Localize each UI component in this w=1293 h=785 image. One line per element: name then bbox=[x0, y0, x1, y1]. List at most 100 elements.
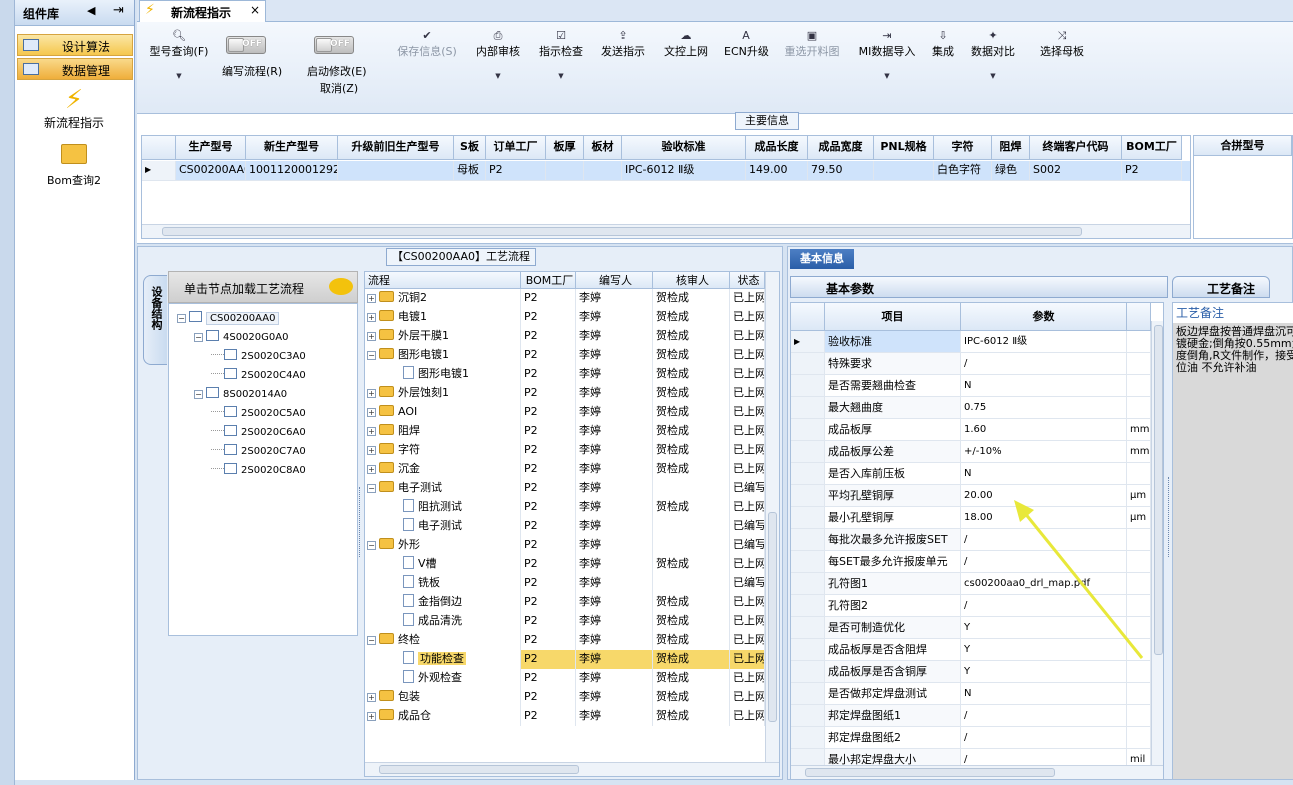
dropdown-arrow-icon[interactable]: ▼ bbox=[474, 68, 522, 84]
horizontal-scrollbar[interactable] bbox=[791, 765, 1163, 779]
column-header[interactable]: 生产型号 bbox=[176, 136, 246, 160]
table-row[interactable]: ▶ 验收标准 IPC-6012 Ⅱ级 bbox=[791, 331, 1151, 353]
table-cell[interactable]: IPC-6012 Ⅱ级 bbox=[622, 161, 746, 181]
table-cell[interactable] bbox=[546, 161, 584, 181]
table-row[interactable]: 成品板厚 1.60 mm bbox=[791, 419, 1151, 441]
param-param-cell[interactable]: 1.60 bbox=[961, 419, 1127, 441]
toolbar-button-6[interactable]: ▣ 重选开料图 bbox=[782, 28, 842, 60]
toolbar-button-0[interactable]: ✔ 保存信息(S) bbox=[392, 28, 462, 60]
table-row[interactable]: 是否做邦定焊盘测试 N bbox=[791, 683, 1151, 705]
collapse-left-icon[interactable]: ◀ bbox=[87, 4, 95, 17]
collapse-icon[interactable]: − bbox=[194, 390, 203, 399]
expand-icon[interactable]: + bbox=[367, 313, 376, 322]
column-header[interactable]: 板厚 bbox=[546, 136, 584, 160]
column-header[interactable]: 编写人 bbox=[576, 272, 653, 289]
table-row[interactable]: 最大翘曲度 0.75 bbox=[791, 397, 1151, 419]
table-cell[interactable]: 母板 bbox=[454, 161, 486, 181]
launcher-new-process[interactable]: ⚡ 新流程指示 bbox=[15, 86, 133, 136]
toolbar-button-2[interactable]: ☑ 指示检查 ▼ bbox=[537, 28, 585, 84]
table-cell[interactable]: 绿色 bbox=[992, 161, 1030, 181]
column-header[interactable]: 升级前旧生产型号 bbox=[338, 136, 454, 160]
table-row[interactable]: 邦定焊盘图纸1/ bbox=[791, 705, 1151, 727]
expand-icon[interactable]: + bbox=[367, 427, 376, 436]
table-row[interactable]: + 阻焊 P2 李婷 贺检成 已上网 bbox=[365, 422, 765, 441]
table-row[interactable]: 邦定焊盘图纸2/ bbox=[791, 727, 1151, 749]
launcher-bom-query[interactable]: Bom查询2 bbox=[15, 142, 133, 188]
scroll-thumb[interactable] bbox=[379, 765, 579, 774]
table-row[interactable]: 成品板厚公差 +/-10% mm bbox=[791, 441, 1151, 463]
table-row[interactable]: 是否需要翘曲检查 N bbox=[791, 375, 1151, 397]
process-notes-tab[interactable]: 工艺备注 bbox=[1172, 276, 1270, 298]
table-row[interactable]: 是否入库前压板 N bbox=[791, 463, 1151, 485]
expand-icon[interactable]: − bbox=[367, 484, 376, 493]
toolbar-button-1[interactable]: ⎙ 内部审核 ▼ bbox=[474, 28, 522, 84]
column-header[interactable]: 终端客户代码 bbox=[1030, 136, 1122, 160]
table-row[interactable]: + 包装 P2 李婷 贺检成 已上网 bbox=[365, 688, 765, 707]
expand-icon[interactable]: − bbox=[367, 541, 376, 550]
column-header[interactable]: BOM工厂 bbox=[521, 272, 576, 289]
table-cell[interactable] bbox=[584, 161, 622, 181]
close-icon[interactable]: × bbox=[250, 3, 260, 17]
column-header[interactable]: 状态 bbox=[730, 272, 765, 289]
table-row[interactable]: ▶ CS00200AA0 10011200012929 母板 P2 IPC-6012 Ⅱ级… bbox=[142, 161, 1190, 181]
column-header[interactable]: 核审人 bbox=[653, 272, 730, 289]
expand-icon[interactable]: + bbox=[367, 446, 376, 455]
table-cell[interactable]: 白色字符 bbox=[934, 161, 992, 181]
model-query-button[interactable]: 🔍︎ 型号查询(F) ▼ bbox=[144, 28, 214, 84]
table-row[interactable]: − 图形电镀1 P2 李婷 贺检成 已上网 bbox=[365, 346, 765, 365]
tab-new-process[interactable]: ⚡ 新流程指示 × bbox=[139, 0, 266, 22]
table-row[interactable]: + 沉铜2 P2 李婷 贺检成 已上网 bbox=[365, 289, 765, 308]
collapse-icon[interactable]: − bbox=[177, 314, 186, 323]
expand-icon[interactable]: + bbox=[367, 389, 376, 398]
horizontal-scrollbar[interactable] bbox=[365, 762, 779, 776]
table-row[interactable]: − 外形 P2 李婷 已编写 bbox=[365, 536, 765, 555]
table-cell[interactable]: P2 bbox=[1122, 161, 1182, 181]
column-header[interactable]: 成品宽度 bbox=[808, 136, 874, 160]
collapse-icon[interactable]: − bbox=[194, 333, 203, 342]
expand-icon[interactable]: + bbox=[367, 408, 376, 417]
table-row[interactable]: 图形电镀1 P2 李婷 贺检成 已上网 bbox=[365, 365, 765, 384]
tree-node[interactable]: − 4S0020G0A0 bbox=[194, 327, 288, 346]
table-cell[interactable]: CS00200AA0 bbox=[176, 161, 246, 181]
expand-icon[interactable]: + bbox=[367, 693, 376, 702]
table-cell[interactable]: 79.50 bbox=[808, 161, 874, 181]
table-row[interactable]: V槽 P2 李婷 贺检成 已上网 bbox=[365, 555, 765, 574]
toolbar-button-7[interactable]: ⇥ MI数据导入 ▼ bbox=[857, 28, 917, 84]
param-param-cell[interactable]: / bbox=[961, 353, 1127, 375]
start-modify-toggle[interactable]: OFF bbox=[314, 36, 354, 54]
table-cell[interactable]: P2 bbox=[486, 161, 546, 181]
table-row[interactable]: 功能检查 P2 李婷 贺检成 已上网 bbox=[365, 650, 765, 669]
param-param-cell[interactable]: N bbox=[961, 463, 1127, 485]
table-cell[interactable]: S002 bbox=[1030, 161, 1122, 181]
scroll-thumb[interactable] bbox=[805, 768, 1055, 777]
basic-params-tab[interactable]: 基本参数 bbox=[790, 276, 1168, 298]
column-header[interactable]: BOM工厂 bbox=[1122, 136, 1182, 160]
write-flow-toggle[interactable]: OFF bbox=[226, 36, 266, 54]
expand-icon[interactable]: + bbox=[367, 332, 376, 341]
tree-node[interactable]: 2S0020C5A0 bbox=[211, 403, 306, 422]
tree-node[interactable]: 2S0020C8A0 bbox=[211, 460, 306, 479]
notes-text[interactable]: 板边焊盘按普通焊盘沉可，不做镀硬金;倒角按0.55mm角度45度倒角,R文件制作… bbox=[1173, 323, 1293, 377]
table-row[interactable]: − 电子测试 P2 李婷 已编写 bbox=[365, 479, 765, 498]
param-param-cell[interactable]: N bbox=[961, 375, 1127, 397]
table-row[interactable]: + 外层干膜1 P2 李婷 贺检成 已上网 bbox=[365, 327, 765, 346]
expand-icon[interactable]: + bbox=[367, 465, 376, 474]
param-param-cell[interactable]: IPC-6012 Ⅱ级 bbox=[961, 331, 1127, 353]
device-structure-tab[interactable]: 设备结构 bbox=[143, 275, 167, 365]
toolbar-button-3[interactable]: ⇪ 发送指示 bbox=[599, 28, 647, 60]
table-cell[interactable] bbox=[338, 161, 454, 181]
column-header[interactable]: 验收标准 bbox=[622, 136, 746, 160]
table-row[interactable]: 成品清洗 P2 李婷 贺检成 已上网 bbox=[365, 612, 765, 631]
column-header[interactable]: 订单工厂 bbox=[486, 136, 546, 160]
table-cell[interactable]: 10011200012929 bbox=[246, 161, 338, 181]
expand-icon[interactable]: − bbox=[367, 636, 376, 645]
tree-node[interactable]: 2S0020C3A0 bbox=[211, 346, 306, 365]
dropdown-arrow-icon[interactable]: ▼ bbox=[537, 68, 585, 84]
column-header[interactable]: 新生产型号 bbox=[246, 136, 338, 160]
column-header[interactable]: 字符 bbox=[934, 136, 992, 160]
param-param-cell[interactable]: / bbox=[961, 727, 1127, 749]
table-row[interactable]: + 沉金 P2 李婷 贺检成 已上网 bbox=[365, 460, 765, 479]
tree-node[interactable]: 2S0020C7A0 bbox=[211, 441, 306, 460]
table-row[interactable]: 电子测试 P2 李婷 已编写 bbox=[365, 517, 765, 536]
vertical-scrollbar[interactable] bbox=[765, 272, 779, 762]
